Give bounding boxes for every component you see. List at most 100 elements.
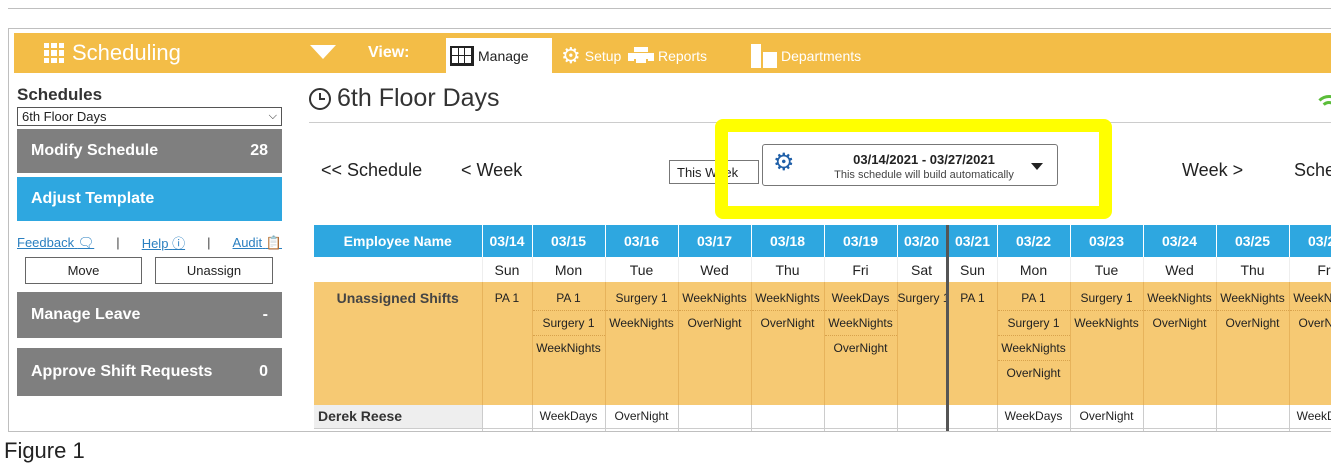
unassigned-cell: PA 1 Surgery 1 WeekNights <box>532 282 606 405</box>
unassigned-shift[interactable]: Surgery 1 <box>1070 286 1142 311</box>
sidebar-links: Feedback 🗨 | Help ⓘ | Audit 📋 <box>17 233 282 252</box>
shift-cell[interactable] <box>1216 405 1290 429</box>
unassign-button[interactable]: Unassign <box>155 257 273 284</box>
clock-icon <box>309 87 331 110</box>
shift-cell[interactable] <box>824 405 898 429</box>
shift-cell[interactable] <box>1216 428 1290 431</box>
shift-cell[interactable] <box>945 428 998 431</box>
shift-cell[interactable] <box>824 428 898 431</box>
date-header[interactable]: 03/19 <box>824 225 898 257</box>
shift-cell[interactable] <box>751 428 825 431</box>
shift-cell[interactable] <box>482 428 533 431</box>
unassigned-shift[interactable]: OverNight <box>825 336 897 360</box>
unassigned-shift[interactable]: PA 1 <box>950 286 996 310</box>
unassigned-shift[interactable]: WeekNights <box>678 286 750 311</box>
date-header[interactable]: 03/17 <box>678 225 752 257</box>
employee-name[interactable]: Derek Reese <box>314 405 483 429</box>
tab-setup[interactable]: ⚙ Setup <box>557 38 625 73</box>
unassigned-shift[interactable]: WeekNights <box>824 311 896 336</box>
unassigned-shift[interactable]: OverNight <box>752 311 824 335</box>
shift-cell[interactable]: OverNight <box>1070 405 1144 429</box>
date-header[interactable]: 03/25 <box>1216 225 1290 257</box>
employee-name-header[interactable]: Employee Name <box>314 225 483 257</box>
date-header[interactable]: 03/20 <box>897 225 948 257</box>
shift-cell[interactable]: WeekDays <box>997 405 1071 429</box>
shift-cell[interactable]: WeekDays <box>1289 405 1331 429</box>
shift-cell[interactable] <box>1289 428 1331 431</box>
tab-reports[interactable]: Reports <box>624 38 711 73</box>
shift-cell[interactable] <box>605 428 679 431</box>
unassigned-shift[interactable]: OverNight <box>998 361 1070 385</box>
app-title[interactable]: Scheduling <box>44 39 181 67</box>
manage-leave-button[interactable]: Manage Leave - <box>17 292 282 338</box>
shift-cell[interactable] <box>1143 405 1217 429</box>
prev-schedule-link[interactable]: << Schedule <box>321 160 422 181</box>
unassigned-shift[interactable]: WeekNights <box>1143 286 1215 311</box>
schedule-select[interactable]: 6th Floor Days ⌵ <box>17 107 282 126</box>
unassigned-shift[interactable]: WeekNights <box>533 336 605 360</box>
approve-shift-requests-button[interactable]: Approve Shift Requests 0 <box>17 348 282 396</box>
tab-manage[interactable]: Manage <box>446 38 552 73</box>
unassigned-shift[interactable]: PA 1 <box>532 286 604 311</box>
shift-cell[interactable] <box>897 405 948 429</box>
shift-cell[interactable] <box>678 428 752 431</box>
shift-cell[interactable]: WeekDays <box>532 405 606 429</box>
help-link[interactable]: Help ⓘ <box>142 233 185 252</box>
date-header[interactable]: 03/15 <box>532 225 606 257</box>
employee-name[interactable]: Danny Dyson <box>314 428 483 431</box>
clipboard-icon: 📋 <box>265 234 282 250</box>
shift-cell[interactable] <box>678 405 752 429</box>
shift-cell[interactable] <box>1143 428 1217 431</box>
shift-cell[interactable] <box>1070 428 1144 431</box>
move-button[interactable]: Move <box>25 257 142 284</box>
date-header[interactable]: 03/23 <box>1070 225 1144 257</box>
modify-schedule-button[interactable]: Modify Schedule 28 <box>17 129 282 173</box>
unassigned-shift[interactable]: WeekNights <box>1216 286 1288 311</box>
date-header[interactable]: 03/26 <box>1289 225 1331 257</box>
unassigned-shift[interactable]: WeekNights <box>1289 286 1331 311</box>
feedback-link[interactable]: Feedback 🗨 <box>17 235 94 251</box>
unassigned-cell: PA 1 <box>482 282 533 405</box>
unassigned-shift[interactable]: PA 1 <box>997 286 1069 311</box>
adjust-template-button[interactable]: Adjust Template <box>17 177 282 221</box>
shift-cell[interactable] <box>482 405 533 429</box>
shift-cell[interactable] <box>945 405 998 429</box>
date-header[interactable]: 03/18 <box>751 225 825 257</box>
chevron-down-icon[interactable] <box>310 45 336 59</box>
shift-cell[interactable]: OverNight <box>605 405 679 429</box>
this-week-button[interactable]: This Week <box>669 160 759 184</box>
tab-departments[interactable]: Departments <box>747 38 865 73</box>
unassigned-shift[interactable]: OverNight <box>1290 311 1331 335</box>
unassigned-shift[interactable]: PA 1 <box>483 286 532 310</box>
unassigned-shift[interactable]: Surgery 1 <box>898 286 947 310</box>
date-range-dropdown[interactable]: ⚙ 03/14/2021 - 03/27/2021 This schedule … <box>762 144 1058 186</box>
unassigned-shift[interactable]: Surgery 1 <box>605 286 677 311</box>
employee-row: Danny Dyson <box>314 428 1331 431</box>
prev-week-link[interactable]: < Week <box>461 160 522 181</box>
unassigned-cell: PA 1 <box>945 282 998 405</box>
unassigned-shift[interactable]: WeekNights <box>606 311 678 335</box>
date-header[interactable]: 03/16 <box>605 225 679 257</box>
day-header: Wed <box>678 257 752 282</box>
date-header[interactable]: 03/14 <box>482 225 533 257</box>
shift-cell[interactable] <box>997 428 1071 431</box>
shift-cell[interactable] <box>897 428 948 431</box>
unassigned-shift[interactable]: Surgery 1 <box>532 311 604 336</box>
unassigned-shift[interactable]: Surgery 1 <box>997 311 1069 336</box>
date-header[interactable]: 03/22 <box>997 225 1071 257</box>
schedules-label: Schedules <box>17 85 103 104</box>
next-week-link[interactable]: Week > <box>1182 160 1243 181</box>
unassigned-shift[interactable]: WeekNights <box>997 336 1069 361</box>
unassigned-shift[interactable]: OverNight <box>1144 311 1216 335</box>
audit-link[interactable]: Audit 📋 <box>233 235 282 251</box>
date-header[interactable]: 03/21 <box>945 225 998 257</box>
unassigned-shift[interactable]: WeekNights <box>1071 311 1143 335</box>
unassigned-shift[interactable]: WeekDays <box>824 286 896 311</box>
unassigned-shift[interactable]: OverNight <box>1217 311 1289 335</box>
unassigned-shift[interactable]: WeekNights <box>751 286 823 311</box>
next-schedule-link[interactable]: Sche <box>1294 160 1331 181</box>
date-header[interactable]: 03/24 <box>1143 225 1217 257</box>
shift-cell[interactable] <box>532 428 606 431</box>
shift-cell[interactable] <box>751 405 825 429</box>
unassigned-shift[interactable]: OverNight <box>679 311 751 335</box>
